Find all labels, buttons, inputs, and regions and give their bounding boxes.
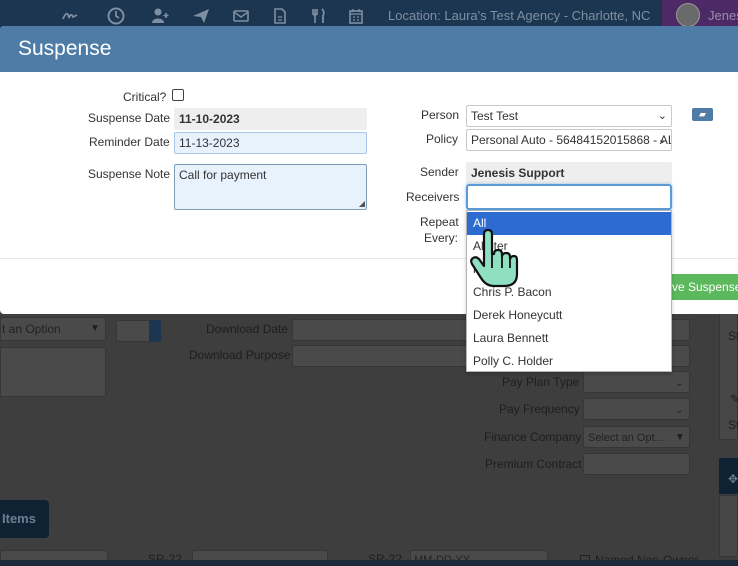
paper-plane-icon[interactable] (191, 6, 211, 26)
hand-pointer-icon (470, 228, 519, 288)
reminder-date-label: Reminder Date (89, 135, 170, 149)
chevron-down-icon: ⌄ (675, 405, 684, 416)
bg-finance-company-label: Finance Company (484, 430, 582, 444)
chevron-down-icon: ⌄ (657, 110, 667, 122)
bg-pay-plan-type-label: Pay Plan Type (502, 375, 580, 389)
bg-textarea (0, 347, 106, 397)
policy-select[interactable]: Personal Auto - 56484152015868 - AL ⌄ (466, 129, 672, 151)
bg-right-panel-label-2: St (728, 418, 738, 432)
bg-items-tab: Items (0, 500, 49, 538)
modal-title: Suspense (18, 37, 112, 60)
location-text: Location: Laura's Test Agency - Charlott… (388, 8, 651, 23)
receiver-option-polly-c-holder[interactable]: Polly C. Holder (467, 350, 671, 373)
bg-bottom-bar (0, 560, 738, 566)
bg-pencil-icon: ✎ (730, 392, 738, 406)
receiver-option-derek-honeycutt[interactable]: Derek Honeycutt (467, 304, 671, 327)
reminder-date-field[interactable]: 11-13-2023 (174, 132, 367, 154)
person-label: Person (421, 108, 460, 122)
repeat-every-label: Every: (424, 231, 459, 245)
bg-finance-company-placeholder: Select an Opt... (588, 432, 664, 444)
bg-right-panel-label: St (728, 329, 738, 343)
chevron-down-icon: ⌄ (657, 134, 667, 146)
bg-right-panel-2 (719, 495, 738, 557)
receivers-input[interactable] (466, 184, 672, 210)
file-icon[interactable] (270, 6, 290, 26)
person-select[interactable]: Test Test ⌄ (466, 105, 672, 127)
critical-checkbox[interactable] (172, 89, 184, 101)
chevron-down-icon: ▼ (90, 323, 100, 334)
policy-label: Policy (426, 132, 459, 146)
suspense-note-label: Suspense Note (88, 167, 171, 181)
bg-pay-plan-type-field (583, 371, 690, 393)
bg-download-purpose-label: Download Purpose (189, 348, 291, 362)
calendar-icon[interactable] (346, 6, 366, 26)
resize-handle-icon[interactable]: ◢ (359, 199, 365, 208)
chevron-down-icon: ▼ (675, 432, 685, 443)
signature-icon[interactable] (60, 6, 80, 26)
bg-premium-contract-label: Premium Contract (485, 457, 582, 471)
bg-download-date-label: Download Date (206, 322, 289, 336)
suspense-date-label: Suspense Date (88, 111, 171, 125)
bg-percent-button (149, 320, 161, 342)
suspense-note-textarea[interactable]: Call for payment ◢ (174, 164, 367, 210)
policy-value: Personal Auto - 56484152015868 - AL (471, 133, 672, 147)
bg-option-placeholder: t an Option (2, 322, 61, 336)
envelope-icon[interactable] (231, 6, 251, 26)
utensils-icon[interactable] (309, 6, 329, 26)
user-name: Jenes (708, 8, 738, 23)
sender-field: Jenesis Support (466, 162, 672, 184)
clock-icon[interactable] (106, 6, 126, 26)
person-value: Test Test (471, 109, 519, 123)
modal-header: Suspense (0, 26, 738, 72)
critical-label: Critical? (123, 90, 167, 104)
suspense-note-text: Call for payment (179, 168, 267, 182)
repeat-label: Repeat (420, 215, 459, 229)
bg-premium-contract-field (583, 453, 690, 475)
save-suspense-button[interactable]: ve Suspense (662, 274, 738, 300)
receivers-label: Receivers (406, 190, 460, 204)
sender-label: Sender (420, 165, 459, 179)
bg-move-icon: ✥ (728, 472, 738, 486)
receiver-option-laura-bennett[interactable]: Laura Bennett (467, 327, 671, 350)
bg-pay-frequency-label: Pay Frequency (499, 402, 580, 416)
avatar (676, 3, 700, 27)
suspense-date-field[interactable]: 11-10-2023 (174, 108, 367, 130)
person-card-icon[interactable]: ▰ (692, 108, 713, 121)
bg-pay-frequency-field (583, 398, 690, 420)
bg-small-field (116, 320, 152, 342)
chevron-down-icon: ⌄ (675, 378, 684, 389)
user-plus-icon[interactable] (150, 6, 170, 26)
